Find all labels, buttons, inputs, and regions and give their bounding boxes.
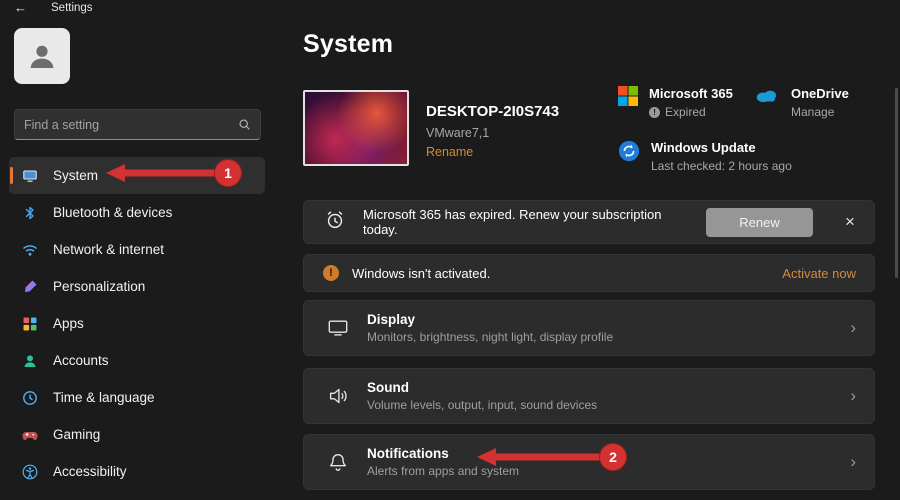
sidebar-item-accessibility[interactable]: Accessibility: [9, 453, 265, 490]
sidebar-item-bluetooth-devices[interactable]: Bluetooth & devices: [9, 194, 265, 231]
sidebar-item-label: Gaming: [53, 427, 100, 442]
chevron-right-icon: ›: [850, 452, 856, 472]
sidebar: System Bluetooth & devices Network & int…: [0, 0, 280, 500]
page-title: System: [303, 30, 393, 59]
person-icon: [26, 40, 58, 72]
sidebar-item-label: Personalization: [53, 279, 145, 294]
avatar: [14, 28, 70, 84]
sidebar-item-label: Bluetooth & devices: [53, 205, 172, 220]
sidebar-item-gaming[interactable]: Gaming: [9, 416, 265, 453]
ms365-expired-banner: Microsoft 365 has expired. Renew your su…: [303, 200, 875, 244]
notifications-settings-row[interactable]: Notifications Alerts from apps and syste…: [303, 434, 875, 490]
sidebar-item-accounts[interactable]: Accounts: [9, 342, 265, 379]
tile-title: Microsoft 365: [649, 86, 733, 101]
close-icon[interactable]: ×: [840, 212, 860, 232]
chevron-right-icon: ›: [850, 386, 856, 406]
renew-button[interactable]: Renew: [706, 208, 813, 237]
sidebar-item-network-internet[interactable]: Network & internet: [9, 231, 265, 268]
alarm-clock-icon: [324, 209, 346, 236]
sidebar-item-system[interactable]: System: [9, 157, 265, 194]
sidebar-item-label: Accounts: [53, 353, 109, 368]
windows-update-icon: [618, 140, 640, 167]
bell-icon: [326, 450, 350, 474]
sidebar-item-label: Accessibility: [53, 464, 127, 479]
expired-warning-icon: !: [649, 107, 660, 118]
account-person-icon: [22, 353, 38, 369]
row-title: Notifications: [367, 446, 519, 461]
row-subtitle: Alerts from apps and system: [367, 464, 519, 478]
tile-title: OneDrive: [791, 86, 849, 101]
chevron-right-icon: ›: [850, 318, 856, 338]
row-subtitle: Volume levels, output, input, sound devi…: [367, 398, 597, 412]
banner-text: Windows isn't activated.: [352, 266, 769, 281]
activate-now-link[interactable]: Activate now: [782, 266, 856, 281]
sidebar-item-label: Network & internet: [53, 242, 164, 257]
device-model: VMware7,1: [426, 126, 489, 140]
sidebar-item-label: Apps: [53, 316, 84, 331]
search-box: [14, 109, 261, 140]
search-input[interactable]: [24, 118, 238, 132]
row-subtitle: Monitors, brightness, night light, displ…: [367, 330, 613, 344]
sidebar-item-apps[interactable]: Apps: [9, 305, 265, 342]
wifi-icon: [22, 242, 38, 258]
search-icon: [238, 118, 251, 131]
rename-link[interactable]: Rename: [426, 145, 473, 159]
microsoft-logo-icon: [618, 86, 638, 111]
onedrive-cloud-icon: [754, 86, 780, 109]
brush-icon: [22, 279, 38, 295]
sidebar-item-time-language[interactable]: Time & language: [9, 379, 265, 416]
device-wallpaper-thumbnail: [303, 90, 409, 166]
tile-status: Last checked: 2 hours ago: [651, 159, 792, 173]
activation-warning-icon: !: [323, 265, 339, 281]
device-name: DESKTOP-2I0S743: [426, 103, 559, 120]
scrollbar-thumb[interactable]: [895, 88, 898, 278]
onedrive-tile[interactable]: OneDrive Manage: [754, 86, 849, 119]
banner-text: Microsoft 365 has expired. Renew your su…: [363, 207, 689, 237]
microsoft-365-tile[interactable]: Microsoft 365 ! Expired: [618, 86, 733, 119]
activation-banner: ! Windows isn't activated. Activate now: [303, 254, 875, 292]
tile-title: Windows Update: [651, 140, 792, 155]
sidebar-item-label: Time & language: [53, 390, 155, 405]
bluetooth-icon: [22, 205, 38, 221]
game-controller-icon: [22, 427, 38, 443]
sound-settings-row[interactable]: Sound Volume levels, output, input, soun…: [303, 368, 875, 424]
sidebar-item-label: System: [53, 168, 98, 183]
display-icon: [326, 316, 350, 340]
speaker-icon: [326, 384, 350, 408]
main-content: System DESKTOP-2I0S743 VMware7,1 Rename …: [280, 0, 900, 500]
tile-status[interactable]: Manage: [791, 105, 834, 119]
tile-status: Expired: [665, 105, 706, 119]
apps-grid-icon: [22, 316, 38, 332]
clock-icon: [22, 390, 38, 406]
display-settings-row[interactable]: Display Monitors, brightness, night ligh…: [303, 300, 875, 356]
accessibility-icon: [22, 464, 38, 480]
sidebar-item-personalization[interactable]: Personalization: [9, 268, 265, 305]
system-icon: [22, 168, 38, 184]
row-title: Display: [367, 312, 613, 327]
sidebar-nav: System Bluetooth & devices Network & int…: [9, 157, 265, 490]
row-title: Sound: [367, 380, 597, 395]
windows-update-tile[interactable]: Windows Update Last checked: 2 hours ago: [618, 140, 792, 173]
